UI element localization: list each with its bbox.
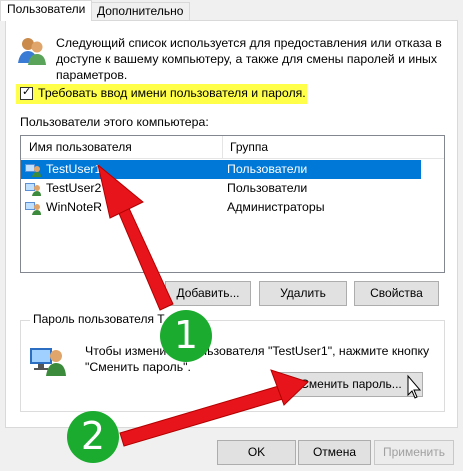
tab-users[interactable]: Пользователи <box>0 0 93 21</box>
arrow-to-change-password <box>119 369 309 447</box>
step-1-badge: 1 <box>160 310 212 362</box>
arrow-to-testuser1 <box>97 163 174 311</box>
step-2-badge: 2 <box>67 411 119 463</box>
mouse-cursor-icon <box>407 374 422 399</box>
annotation-arrows <box>97 163 422 447</box>
